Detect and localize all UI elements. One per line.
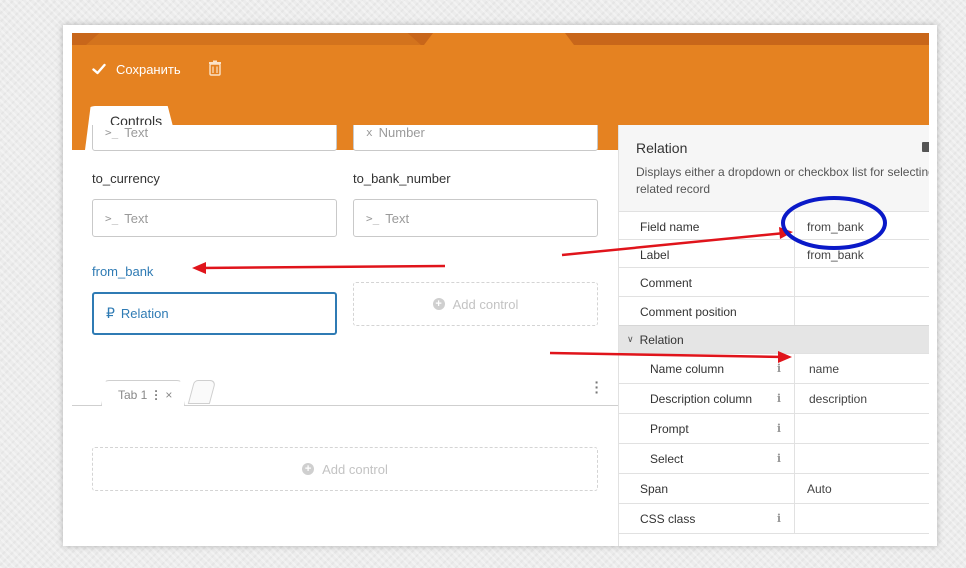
file-tab-active[interactable] xyxy=(424,33,574,45)
add-control-label: Add control xyxy=(322,461,388,477)
terminal-icon: >_ xyxy=(105,125,119,139)
save-button-label: Сохранить xyxy=(116,61,181,77)
form-canvas: >_ Text x Number to_currency >_ Text to_… xyxy=(63,125,618,546)
plus-circle-icon: + xyxy=(302,463,315,475)
top-tabstrip xyxy=(72,33,929,45)
tab-menu-icon[interactable]: · · · xyxy=(153,385,159,405)
add-control-button-tab[interactable]: + Add control xyxy=(92,447,598,491)
prop-row-prompt[interactable]: Prompt i xyxy=(619,413,929,443)
prop-name: CSS class i xyxy=(619,504,795,533)
field-label-to-bank-number: to_bank_number xyxy=(353,171,451,186)
info-icon[interactable]: i xyxy=(777,512,781,525)
relation-icon: ₽ xyxy=(106,305,115,322)
tab-1-label: Tab 1 xyxy=(118,388,148,402)
tab-1-label-group: Tab 1 · · · × xyxy=(118,385,172,405)
field-placeholder: Text xyxy=(124,210,149,226)
info-icon[interactable]: i xyxy=(777,392,781,405)
prop-name: Comment xyxy=(619,268,795,297)
add-tab-button[interactable] xyxy=(187,380,217,404)
prop-value[interactable]: from_bank xyxy=(795,220,864,234)
field-label-to-currency: to_currency xyxy=(92,171,160,186)
to-bank-number-field[interactable]: >_ Text xyxy=(353,199,598,237)
prop-name-label: Name column xyxy=(650,361,725,376)
save-button[interactable]: Сохранить xyxy=(92,59,181,79)
prop-name-label: CSS class xyxy=(640,511,696,526)
prop-name-label: Prompt xyxy=(650,421,689,436)
prop-value[interactable]: description xyxy=(795,392,867,406)
number-icon: x xyxy=(366,125,373,139)
inspector-header: Relation Displays either a dropdown or c… xyxy=(619,125,929,211)
terminal-icon: >_ xyxy=(105,211,119,225)
prop-name: Select i xyxy=(619,444,795,473)
tabs-menu-icon[interactable]: · · · xyxy=(594,375,600,399)
prop-row-label[interactable]: Label from_bank xyxy=(619,239,929,269)
add-control-button[interactable]: + Add control xyxy=(353,282,598,326)
from-bank-relation-field[interactable]: ₽ Relation xyxy=(92,292,337,335)
prop-row-description-column[interactable]: Description column i description xyxy=(619,383,929,413)
prop-row-name-column[interactable]: Name column i name xyxy=(619,353,929,383)
inspector-description-line: related record xyxy=(636,182,711,196)
section-label: Relation xyxy=(639,332,684,347)
inspector-description: Displays either a dropdown or checkbox l… xyxy=(636,164,929,198)
prop-value[interactable]: name xyxy=(795,362,839,376)
prop-row-span[interactable]: Span Auto xyxy=(619,473,929,503)
prop-name: Comment position xyxy=(619,297,795,326)
info-icon[interactable]: i xyxy=(777,422,781,435)
inspector-panel: Relation Displays either a dropdown or c… xyxy=(618,125,929,546)
field-placeholder: Text xyxy=(385,210,410,226)
prop-name: Description column i xyxy=(619,384,795,413)
prop-row-comment-position[interactable]: Comment position xyxy=(619,296,929,326)
chevron-down-icon: ∨ xyxy=(627,334,634,344)
editor-window: Сохранить Controls >_ Text x Number to_c… xyxy=(63,25,937,546)
text-field-partial[interactable]: >_ Text xyxy=(92,125,337,151)
plus-circle-icon: + xyxy=(432,298,445,310)
prop-row-comment[interactable]: Comment xyxy=(619,267,929,297)
prop-name-label: Select xyxy=(650,451,684,466)
terminal-icon: >_ xyxy=(366,211,380,225)
prop-row-next xyxy=(619,533,929,546)
add-control-label: Add control xyxy=(452,296,519,312)
field-placeholder: Relation xyxy=(120,306,169,321)
field-placeholder: Number xyxy=(378,125,425,140)
number-field-partial[interactable]: x Number xyxy=(353,125,598,151)
prop-name: Label xyxy=(619,240,795,269)
prop-row-css-class[interactable]: CSS class i xyxy=(619,503,929,533)
trash-icon[interactable] xyxy=(208,60,222,76)
prop-name-label: Description column xyxy=(650,391,753,406)
prop-name: Prompt i xyxy=(619,414,795,443)
prop-row-select[interactable]: Select i xyxy=(619,443,929,473)
check-icon xyxy=(92,63,106,75)
field-placeholder: Text xyxy=(124,125,149,140)
prop-value[interactable]: Auto xyxy=(795,482,832,496)
expand-icon[interactable] xyxy=(922,142,929,152)
inspector-title: Relation xyxy=(636,140,688,156)
info-icon[interactable]: i xyxy=(777,452,781,465)
prop-name: Span xyxy=(619,474,795,503)
field-label-from-bank: from_bank xyxy=(92,264,154,279)
section-relation[interactable]: ∨ Relation xyxy=(619,325,929,353)
prop-value[interactable]: from_bank xyxy=(795,248,864,262)
to-currency-field[interactable]: >_ Text xyxy=(92,199,337,237)
prop-name: Name column i xyxy=(619,354,795,383)
prop-row-field-name[interactable]: Field name from_bank xyxy=(619,211,929,241)
tab-close-icon[interactable]: × xyxy=(165,388,172,402)
info-icon[interactable]: i xyxy=(777,362,781,375)
file-tab[interactable] xyxy=(86,33,421,45)
prop-name: Field name xyxy=(619,212,795,241)
inspector-description-line: Displays either a dropdown or checkbox l… xyxy=(636,165,929,179)
